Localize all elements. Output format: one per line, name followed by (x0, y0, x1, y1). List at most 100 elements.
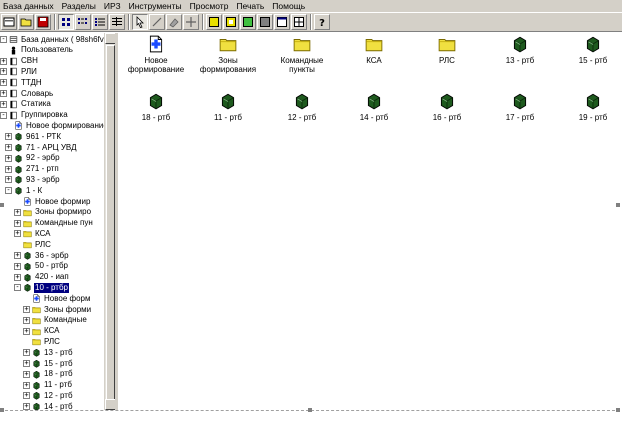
tree-node[interactable]: +11 - ртб (23, 380, 73, 391)
tree-node[interactable]: +961 - РТК (5, 131, 62, 142)
help-button[interactable]: ? (314, 14, 330, 30)
expand-toggle[interactable]: + (0, 90, 7, 97)
tree-node[interactable]: + Статика (0, 99, 52, 110)
move-button[interactable] (183, 14, 199, 30)
expand-toggle[interactable]: + (14, 262, 21, 270)
small-icons-view-button[interactable] (75, 14, 91, 30)
tree-node[interactable]: + Командные пун (14, 218, 94, 229)
cursor-button[interactable] (132, 14, 148, 30)
content-item[interactable]: 15 - ртб (558, 35, 622, 65)
content-item[interactable]: 16 - ртб (412, 92, 482, 122)
tree-node[interactable]: +271 - ртп (5, 164, 60, 175)
tree-node[interactable]: +92 - эрбр (5, 153, 61, 164)
tree-node[interactable]: + КСА (14, 228, 52, 239)
tree-node[interactable]: - База данных ( 98sh6fv ) (0, 34, 104, 45)
content-item[interactable]: КСА (339, 35, 409, 65)
resize-handle-right[interactable] (616, 203, 620, 207)
expand-toggle[interactable]: + (5, 165, 12, 173)
menu-item-3[interactable]: Инструменты (126, 0, 187, 12)
content-item[interactable]: 17 - ртб (485, 92, 555, 122)
folder-button[interactable] (18, 14, 34, 30)
tree-node[interactable]: +18 - ртб (23, 369, 74, 380)
tree-node[interactable]: + Зоны формиро (14, 207, 92, 218)
window-button[interactable] (274, 14, 290, 30)
menu-item-2[interactable]: ИРЗ (101, 0, 126, 12)
expand-toggle[interactable]: + (14, 230, 21, 238)
tree-node[interactable]: +420 - иап (14, 272, 70, 283)
expand-toggle[interactable]: + (0, 68, 7, 76)
green-square-button[interactable] (240, 14, 256, 30)
expand-toggle[interactable]: + (14, 252, 21, 259)
collapse-toggle[interactable]: - (0, 111, 7, 119)
resize-handle-bottom[interactable] (308, 408, 312, 412)
content-item[interactable]: 11 - ртб (193, 92, 263, 122)
tree-node[interactable]: РЛС (23, 336, 61, 347)
expand-toggle[interactable]: + (0, 57, 7, 65)
tree-node[interactable]: +93 - эрбр (5, 174, 61, 185)
collapse-toggle[interactable]: - (0, 36, 7, 43)
tree-node[interactable]: Пользователь (0, 45, 74, 56)
collapse-toggle[interactable]: - (5, 187, 12, 195)
tree-node[interactable]: РЛС (14, 239, 52, 250)
tree-node[interactable]: + КСА (23, 326, 61, 337)
expand-toggle[interactable]: + (23, 316, 30, 324)
tree-node[interactable]: +71 - АРЦ УВД (5, 142, 77, 153)
content-item[interactable]: 19 - ртб (558, 92, 622, 122)
eraser-button[interactable] (166, 14, 182, 30)
expand-toggle[interactable]: + (23, 360, 30, 367)
expand-toggle[interactable]: + (0, 100, 7, 108)
expand-toggle[interactable]: + (23, 403, 30, 410)
content-item[interactable]: Зоны формирования (193, 35, 263, 74)
expand-toggle[interactable]: + (23, 349, 30, 357)
tree-node[interactable]: + Командные (23, 315, 88, 326)
tree-view[interactable]: - База данных ( 98sh6fv ) Пользователь + СВН… (0, 33, 104, 410)
content-item[interactable]: 18 - ртб (121, 92, 191, 122)
content-item[interactable]: Новое формирование (121, 35, 191, 74)
content-item[interactable]: 14 - ртб (339, 92, 409, 122)
tree-node[interactable]: + ТТДН (0, 77, 43, 88)
expand-toggle[interactable]: + (0, 79, 7, 87)
expand-toggle[interactable]: + (5, 176, 12, 184)
expand-toggle[interactable]: + (23, 381, 30, 389)
details-view-button[interactable] (109, 14, 125, 30)
content-item[interactable]: 12 - ртб (267, 92, 337, 122)
menu-item-4[interactable]: Просмотр (187, 0, 234, 12)
tree-vertical-scrollbar[interactable] (104, 33, 116, 410)
content-item[interactable]: Командные пункты (267, 35, 337, 74)
yellow-square-1-button[interactable] (206, 14, 222, 30)
tree-node[interactable]: Новое форм (23, 293, 92, 304)
large-icons-view-button[interactable] (58, 14, 74, 30)
collapse-toggle[interactable]: - (14, 284, 21, 292)
tree-node[interactable]: + Зоны форми (23, 304, 92, 315)
tree-node[interactable]: +13 - ртб (23, 347, 74, 358)
menu-item-6[interactable]: Помощь (269, 0, 310, 12)
expand-toggle[interactable]: + (23, 392, 30, 400)
menu-item-5[interactable]: Печать (233, 0, 269, 12)
expand-toggle[interactable]: + (5, 144, 12, 151)
tree-node[interactable]: + СВН (0, 56, 39, 67)
tree-node[interactable]: +12 - ртб (23, 390, 74, 401)
gray-square-button[interactable] (257, 14, 273, 30)
tree-node[interactable]: +14 - ртб (23, 401, 74, 410)
save-button[interactable] (35, 14, 51, 30)
content-item[interactable]: 13 - ртб (485, 35, 555, 65)
resize-handle-left[interactable] (0, 203, 4, 207)
expand-toggle[interactable]: + (5, 133, 12, 141)
tree-node[interactable]: + РЛИ (0, 66, 38, 77)
tree-node[interactable]: +15 - ртб (23, 358, 74, 369)
open-db-button[interactable] (1, 14, 17, 30)
menu-item-0[interactable]: База данных (0, 0, 59, 12)
menu-item-1[interactable]: Разделы (59, 0, 101, 12)
tree-node[interactable]: - 10 - ртбр (14, 282, 69, 293)
resize-handle-bottom-left[interactable] (0, 408, 4, 412)
tree-node[interactable]: +36 - эрбр (14, 250, 70, 261)
tree-node[interactable]: - Группировка (0, 110, 69, 121)
scroll-thumb[interactable] (106, 45, 115, 400)
expand-toggle[interactable]: + (14, 273, 21, 281)
expand-toggle[interactable]: + (23, 370, 30, 378)
resize-handle-bottom-right[interactable] (616, 408, 620, 412)
expand-toggle[interactable]: + (23, 327, 30, 335)
tree-node[interactable]: Новое формирование (5, 120, 104, 131)
content-item[interactable]: РЛС (412, 35, 482, 65)
tree-node[interactable]: + Словарь (0, 88, 54, 99)
